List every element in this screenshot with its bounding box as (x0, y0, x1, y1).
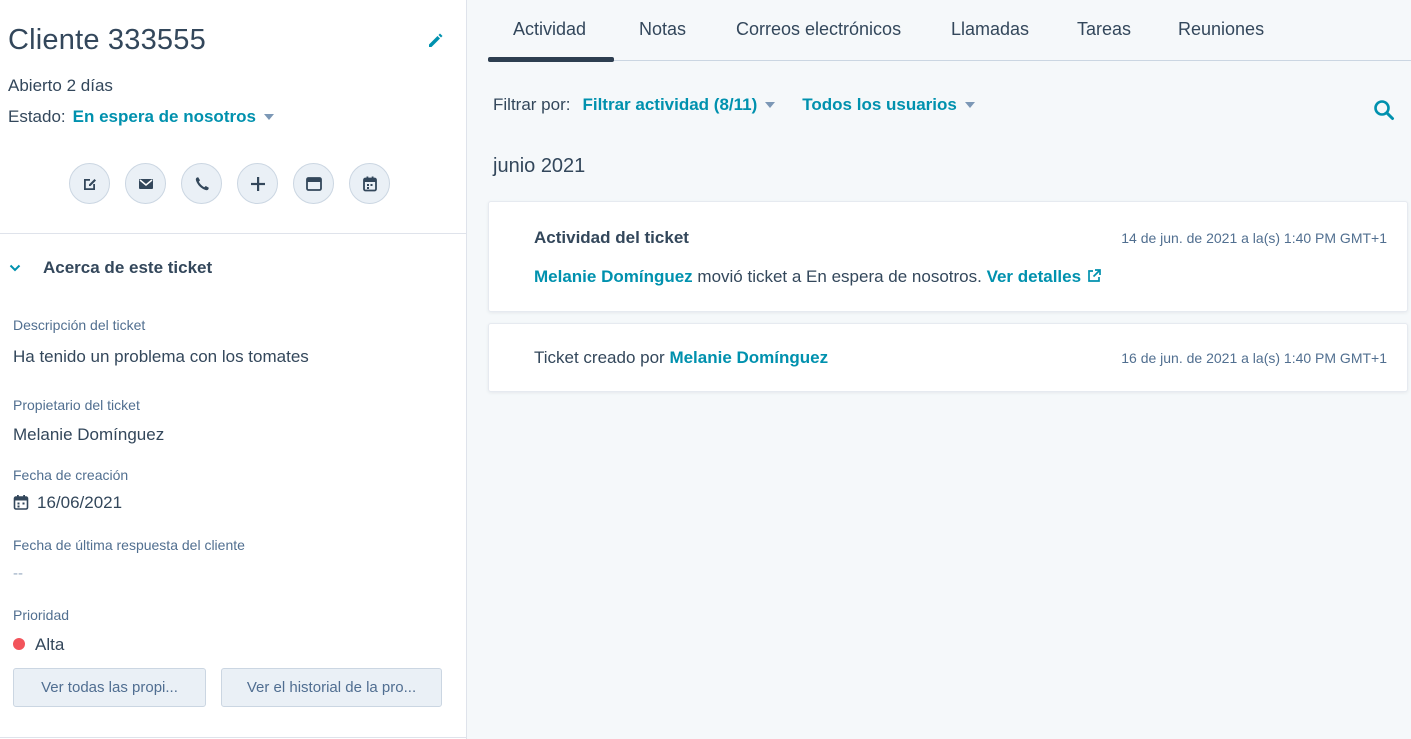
window-button[interactable] (293, 163, 334, 204)
view-details-label: Ver detalles (986, 267, 1082, 286)
users-filter-label: Todos los usuarios (802, 95, 957, 114)
card-body: Ticket creado por Melanie Domínguez (534, 348, 828, 368)
open-duration: Abierto 2 días (8, 76, 113, 95)
created-date-label: Fecha de creación (13, 467, 129, 483)
plus-icon (250, 176, 265, 191)
calendar-icon (13, 495, 29, 510)
envelope-icon (138, 178, 153, 189)
description-label: Descripción del ticket (13, 317, 146, 333)
meeting-button[interactable] (349, 163, 390, 204)
last-reply-value[interactable]: -- (13, 565, 23, 582)
card-timestamp: 16 de jun. de 2021 a la(s) 1:40 PM GMT+1 (1121, 350, 1387, 366)
external-link-icon (1088, 269, 1101, 282)
created-date-value: 16/06/2021 (37, 493, 123, 512)
user-link[interactable]: Melanie Domínguez (669, 348, 828, 367)
calendar-icon (362, 176, 377, 191)
caret-down-icon (964, 102, 975, 108)
view-all-properties-button[interactable]: Ver todas las propi... (13, 668, 206, 707)
created-by-text: Ticket creado por (534, 348, 670, 367)
users-filter-dropdown[interactable]: Todos los usuarios (802, 95, 975, 115)
section-divider (0, 737, 467, 738)
month-heading: junio 2021 (493, 155, 586, 177)
timeline-card[interactable]: Actividad del ticket 14 de jun. de 2021 … (488, 201, 1408, 312)
activity-panel: Actividad Notas Correos electrónicos Lla… (468, 0, 1411, 739)
action-buttons (69, 163, 390, 204)
tab-reuniones[interactable]: Reuniones (1178, 19, 1264, 40)
description-value[interactable]: Ha tenido un problema con los tomates (13, 347, 309, 367)
pencil-square-icon (83, 178, 96, 190)
card-body: Melanie Domínguez movió ticket a En espe… (534, 267, 1102, 287)
status-dropdown[interactable]: En espera de nosotros (73, 107, 274, 127)
priority-field[interactable]: Alta (13, 635, 64, 655)
section-divider (0, 233, 467, 234)
tab-tareas[interactable]: Tareas (1077, 19, 1131, 40)
tab-actividad[interactable]: Actividad (513, 19, 586, 40)
pencil-icon[interactable] (426, 30, 446, 50)
ticket-sidebar: Cliente 333555 Abierto 2 días Estado: En… (0, 0, 467, 739)
phone-icon (195, 176, 209, 190)
active-tab-indicator (488, 57, 614, 62)
tab-notas[interactable]: Notas (639, 19, 686, 40)
priority-label: Prioridad (13, 607, 70, 623)
call-button[interactable] (181, 163, 222, 204)
activity-filter-dropdown[interactable]: Filtrar actividad (8/11) (582, 95, 776, 115)
about-section-toggle[interactable]: Acerca de este ticket (8, 258, 212, 278)
caret-down-icon (263, 114, 274, 120)
owner-label: Propietario del ticket (13, 397, 140, 413)
activity-text: movió ticket a En espera de nosotros. (692, 267, 987, 286)
chevron-down-icon (9, 264, 21, 272)
caret-down-icon (765, 102, 776, 108)
user-link[interactable]: Melanie Domínguez (534, 267, 693, 286)
search-icon[interactable] (1372, 98, 1396, 122)
view-property-history-button[interactable]: Ver el historial de la pro... (221, 668, 442, 707)
section-title: Acerca de este ticket (43, 258, 213, 277)
email-button[interactable] (125, 163, 166, 204)
note-button[interactable] (69, 163, 110, 204)
tab-bar: Actividad Notas Correos electrónicos Lla… (488, 0, 1411, 61)
owner-value[interactable]: Melanie Domínguez (13, 425, 164, 445)
created-date-field[interactable]: 16/06/2021 (13, 493, 122, 513)
tab-llamadas[interactable]: Llamadas (951, 19, 1029, 40)
window-icon (305, 176, 322, 191)
add-button[interactable] (237, 163, 278, 204)
card-timestamp: 14 de jun. de 2021 a la(s) 1:40 PM GMT+1 (1121, 230, 1387, 246)
activity-filter-label: Filtrar actividad (8/11) (582, 95, 758, 114)
priority-value: Alta (35, 635, 65, 654)
priority-dot (13, 638, 25, 650)
timeline-card[interactable]: Ticket creado por Melanie Domínguez 16 d… (488, 323, 1408, 392)
status-label: Estado: (8, 107, 66, 126)
page-title: Cliente 333555 (8, 24, 206, 56)
filter-row: Filtrar por: Filtrar actividad (8/11) To… (493, 95, 975, 115)
view-details-link[interactable]: Ver detalles (987, 267, 1103, 286)
card-title: Actividad del ticket (534, 228, 689, 247)
filter-label: Filtrar por: (493, 95, 571, 114)
tab-correos[interactable]: Correos electrónicos (736, 19, 901, 40)
status-row: Estado: En espera de nosotros (8, 107, 274, 127)
status-value: En espera de nosotros (72, 107, 256, 126)
last-reply-label: Fecha de última respuesta del cliente (13, 537, 245, 553)
